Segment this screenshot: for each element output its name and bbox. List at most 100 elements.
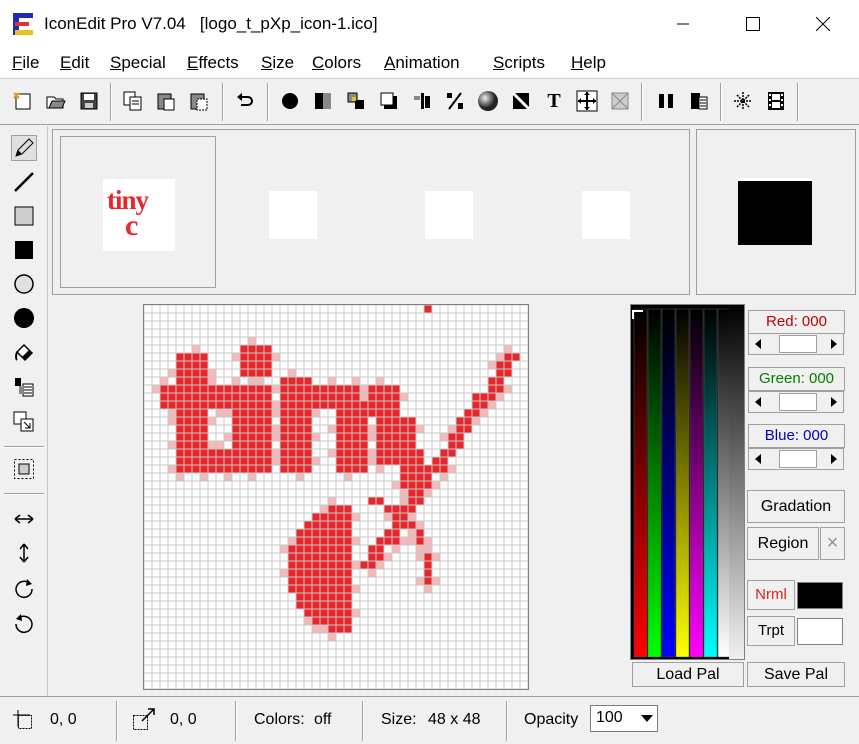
pixel — [328, 393, 336, 401]
sphere-button[interactable] — [476, 89, 500, 113]
menu-animation[interactable]: Animation — [384, 53, 460, 73]
text-tool-button[interactable]: T — [542, 89, 566, 113]
paste-special-button[interactable] — [187, 89, 211, 113]
flip-horizontal-tool[interactable] — [11, 506, 37, 532]
marquee-select-tool[interactable] — [11, 456, 37, 482]
preview-thumbnail-24[interactable] — [425, 191, 473, 239]
pixel — [304, 577, 312, 585]
red-slider-left[interactable] — [749, 334, 767, 354]
color-replace-button[interactable] — [344, 89, 368, 113]
pixel — [240, 433, 248, 441]
preview-selected-frame[interactable]: tiny c — [60, 136, 216, 288]
red-slider-thumb[interactable] — [779, 335, 817, 353]
maximize-button[interactable] — [718, 0, 788, 47]
skew-button[interactable] — [443, 89, 467, 113]
palette-column[interactable] — [703, 308, 718, 658]
region-button[interactable]: Region — [747, 527, 819, 560]
palette-column[interactable] — [689, 308, 704, 658]
pixel — [248, 457, 256, 465]
filled-circle-button[interactable] — [278, 89, 302, 113]
filled-rectangle-tool[interactable] — [11, 237, 37, 263]
select-copy-tool[interactable] — [11, 409, 37, 435]
film-strip-button[interactable] — [764, 89, 788, 113]
preview-thumbnail-16[interactable] — [582, 191, 630, 239]
gradation-button[interactable]: Gradation — [747, 490, 845, 523]
transparent-color-swatch[interactable] — [797, 618, 843, 645]
minimize-button[interactable] — [648, 0, 718, 47]
pixel — [384, 505, 392, 513]
pixel — [440, 473, 448, 481]
pixel-canvas[interactable] — [143, 304, 529, 690]
menu-scripts[interactable]: Scripts — [493, 53, 545, 73]
menu-special[interactable]: Special — [110, 53, 166, 73]
undo-button[interactable] — [233, 89, 257, 113]
palette-gray-column[interactable] — [729, 305, 744, 659]
pixel — [248, 449, 256, 457]
paste-button[interactable] — [154, 89, 178, 113]
line-tool[interactable] — [11, 169, 37, 195]
pixel — [400, 473, 408, 481]
green-slider-right[interactable] — [825, 392, 843, 412]
pixel — [368, 409, 376, 417]
pixel — [344, 457, 352, 465]
pixel — [176, 393, 184, 401]
menu-effects[interactable]: Effects — [187, 53, 239, 73]
flip-vertical-tool[interactable] — [11, 540, 37, 566]
menu-colors[interactable]: Colors — [312, 53, 361, 73]
blue-slider-right[interactable] — [825, 449, 843, 469]
pause-button[interactable] — [654, 89, 678, 113]
emboss-button[interactable] — [509, 89, 533, 113]
color-palette[interactable] — [630, 304, 745, 660]
clear-button[interactable] — [608, 89, 632, 113]
color-picker-tool[interactable] — [11, 374, 37, 400]
close-button[interactable] — [788, 0, 858, 47]
palette-column[interactable] — [675, 308, 690, 658]
pixel — [376, 401, 384, 409]
region-close-button[interactable]: × — [820, 527, 845, 560]
normal-color-button[interactable]: Nrml — [747, 580, 795, 610]
filled-ellipse-tool[interactable] — [11, 305, 37, 331]
pencil-tool[interactable] — [11, 135, 37, 161]
half-fill-button[interactable] — [311, 89, 335, 113]
open-button[interactable] — [44, 89, 68, 113]
blue-slider-thumb[interactable] — [779, 450, 817, 468]
pixel — [304, 553, 312, 561]
transparent-color-button[interactable]: Trpt — [747, 616, 795, 646]
fill-bucket-tool[interactable] — [11, 340, 37, 366]
menu-help[interactable]: Help — [571, 53, 606, 73]
flip-button[interactable] — [410, 89, 434, 113]
new-button[interactable] — [11, 89, 35, 113]
animation-frames-button[interactable] — [687, 89, 711, 113]
menu-edit[interactable]: Edit — [60, 53, 89, 73]
copy-button[interactable] — [121, 89, 145, 113]
move-button[interactable] — [575, 89, 599, 113]
ellipse-tool[interactable] — [11, 271, 37, 297]
palette-column[interactable] — [633, 308, 648, 658]
blue-slider[interactable] — [748, 448, 844, 470]
palette-column[interactable] — [647, 308, 662, 658]
green-slider[interactable] — [748, 391, 844, 413]
blue-slider-left[interactable] — [749, 449, 767, 469]
rotate-left-tool[interactable] — [11, 610, 37, 636]
green-slider-left[interactable] — [749, 392, 767, 412]
pixel — [176, 353, 184, 361]
palette-column[interactable] — [661, 308, 676, 658]
red-slider[interactable] — [748, 333, 844, 355]
rectangle-tool[interactable] — [11, 203, 37, 229]
pixel — [328, 401, 336, 409]
menu-size[interactable]: Size — [261, 53, 294, 73]
green-slider-thumb[interactable] — [779, 393, 817, 411]
rotate-right-tool[interactable] — [11, 575, 37, 601]
opacity-select[interactable]: 100 — [590, 705, 658, 732]
save-palette-button[interactable]: Save Pal — [747, 662, 845, 687]
shadow-button[interactable] — [377, 89, 401, 113]
load-palette-button[interactable]: Load Pal — [632, 662, 744, 687]
preview-thumbnail-32[interactable] — [269, 191, 317, 239]
normal-color-swatch[interactable] — [797, 582, 843, 609]
red-slider-right[interactable] — [825, 334, 843, 354]
menu-file[interactable]: File — [12, 53, 39, 73]
save-button[interactable] — [77, 89, 101, 113]
sparkle-button[interactable] — [731, 89, 755, 113]
sparkle-icon — [734, 92, 752, 110]
pixel — [384, 425, 392, 433]
